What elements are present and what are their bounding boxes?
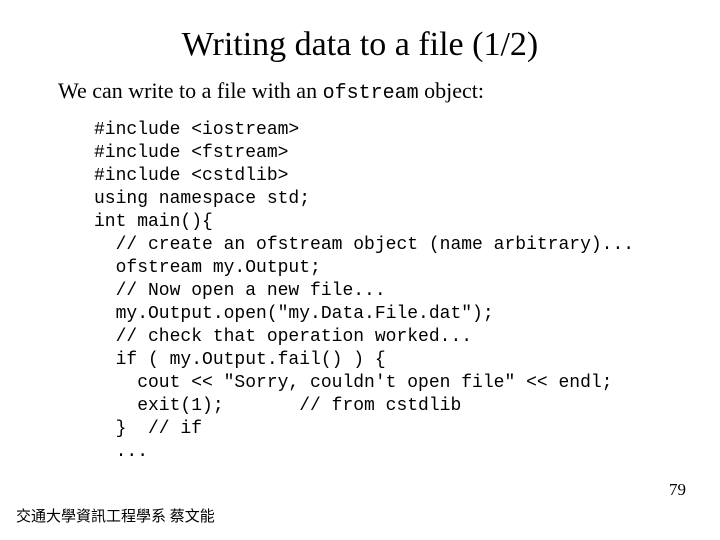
page-number: 79 <box>669 480 686 500</box>
intro-text-after: object: <box>419 78 484 103</box>
footer-credit: 交通大學資訊工程學系 蔡文能 <box>16 505 215 526</box>
intro-inline-code: ofstream <box>323 82 419 105</box>
intro-text-before: We can write to a file with an <box>58 78 323 103</box>
slide: Writing data to a file (1/2) We can writ… <box>0 0 720 540</box>
intro-line: We can write to a file with an ofstream … <box>58 78 690 105</box>
code-block: #include <iostream> #include <fstream> #… <box>94 119 690 464</box>
slide-title: Writing data to a file (1/2) <box>30 26 690 64</box>
